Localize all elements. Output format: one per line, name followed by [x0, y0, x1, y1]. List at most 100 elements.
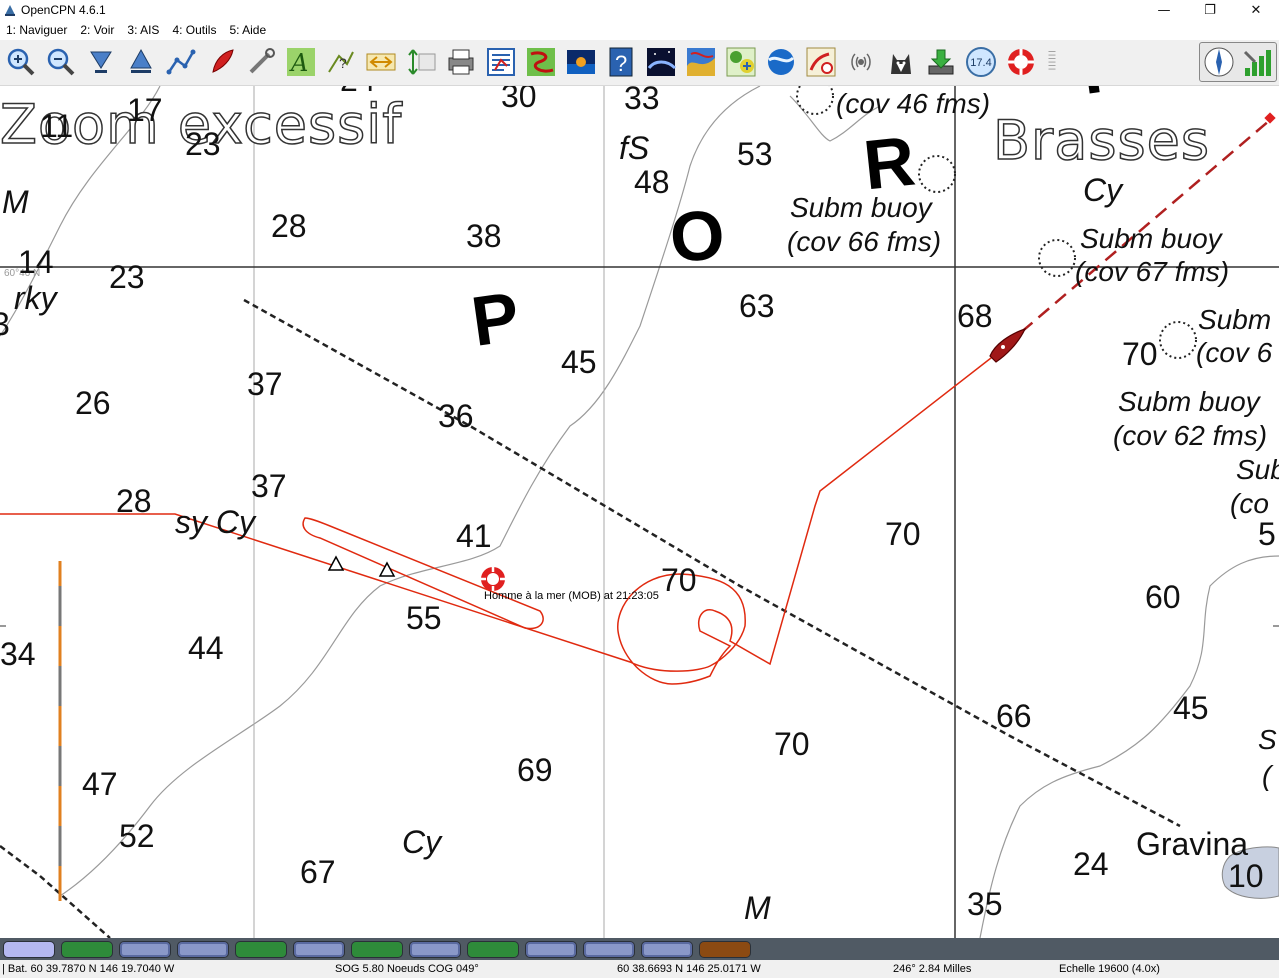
chart-key-11[interactable]: [583, 941, 635, 958]
buoy-label: (: [1262, 760, 1272, 791]
dashboard-icon[interactable]: [804, 44, 838, 80]
svg-text:?: ?: [339, 55, 347, 71]
mob-icon[interactable]: [1004, 44, 1038, 80]
svg-text:?: ?: [615, 51, 627, 76]
status-cursor-position: | Bat. 60 39.7870 N 146 19.7040 W: [2, 963, 175, 975]
sounding: 33: [624, 86, 660, 116]
chart-key-1[interactable]: [3, 941, 55, 958]
signal-icon[interactable]: [1241, 46, 1273, 78]
buoy-icon: [1159, 321, 1197, 359]
cable-line: [0, 845, 111, 938]
buoy-label: Subm buoy: [790, 192, 932, 223]
chart-letter-p: P: [466, 277, 524, 361]
sounding: 70: [1122, 336, 1158, 372]
menu-outils[interactable]: 4: Outils: [166, 23, 223, 37]
buoy-label: (cov 6: [1196, 337, 1273, 368]
sounding: 14: [18, 244, 54, 280]
menu-voir[interactable]: 2: Voir: [74, 23, 121, 37]
buoy-label: (cov 67 fms): [1075, 256, 1230, 287]
print-icon[interactable]: [444, 44, 478, 80]
radar-icon[interactable]: [724, 44, 758, 80]
close-button[interactable]: ✕: [1233, 0, 1279, 20]
sounding: 36: [438, 398, 474, 434]
track-manager-icon[interactable]: [524, 44, 558, 80]
sounding: 52: [119, 818, 155, 854]
chart-canvas[interactable]: Zoom excessif Brasses 60°46 N P O R T 11…: [0, 86, 1279, 938]
download-icon[interactable]: [924, 44, 958, 80]
sounding: 5: [1258, 516, 1276, 552]
dog-icon[interactable]: [884, 44, 918, 80]
track-icon[interactable]: [364, 44, 398, 80]
maximize-button[interactable]: ❐: [1187, 0, 1233, 20]
weather-icon[interactable]: [684, 44, 718, 80]
sounding: 44: [188, 630, 224, 666]
svg-text:A: A: [289, 49, 308, 77]
menu-bar: 1: Naviguer 2: Voir 3: AIS 4: Outils 5: …: [0, 20, 1279, 40]
route-icon[interactable]: [164, 44, 198, 80]
chart-key-3[interactable]: [119, 941, 171, 958]
sounding: 28: [271, 208, 307, 244]
chart-text: Cy: [1083, 172, 1123, 208]
minimize-button[interactable]: —: [1141, 0, 1187, 20]
sounding: 70: [774, 726, 810, 762]
chart-key-12[interactable]: [641, 941, 693, 958]
scale-down-icon[interactable]: [84, 44, 118, 80]
chart-key-2[interactable]: [61, 941, 113, 958]
gauge-value: 17.4: [970, 57, 991, 69]
menu-naviguer[interactable]: 1: Naviguer: [0, 23, 74, 37]
chart-key-6[interactable]: [293, 941, 345, 958]
sounding: 70: [885, 516, 921, 552]
chart-text: sy Cy: [175, 504, 255, 540]
menu-ais[interactable]: 3: AIS: [121, 23, 166, 37]
route-manager-icon[interactable]: [484, 44, 518, 80]
chart-key-7[interactable]: [351, 941, 403, 958]
chart-piano-bar: [0, 938, 1279, 960]
chart-letter-o: O: [667, 195, 728, 277]
toolbar-grip-icon[interactable]: [1044, 44, 1060, 80]
sounding: 34: [0, 636, 36, 672]
toggle-icon[interactable]: [404, 44, 438, 80]
sounding: 47: [82, 766, 118, 802]
quilt-icon[interactable]: ?: [324, 44, 358, 80]
help-icon[interactable]: ?: [604, 44, 638, 80]
sounding: 63: [739, 288, 775, 324]
buoy-label: (cov 46 fms): [836, 88, 991, 119]
sounding: 3: [0, 306, 10, 342]
sounding: 28: [116, 483, 152, 519]
sounding: 41: [456, 518, 492, 554]
google-earth-icon[interactable]: [764, 44, 798, 80]
chart-key-13[interactable]: [699, 941, 751, 958]
window-title: OpenCPN 4.6.1: [21, 3, 106, 17]
zoom-in-icon[interactable]: [4, 44, 38, 80]
ownship-icon: [989, 327, 1027, 363]
compass-icon[interactable]: [1203, 46, 1235, 78]
waypoint-icon: [327, 555, 345, 571]
status-panel: [1199, 42, 1277, 82]
sounding: 24: [1073, 846, 1109, 882]
measure-icon[interactable]: [244, 44, 278, 80]
menu-aide[interactable]: 5: Aide: [223, 23, 273, 37]
chart-key-5[interactable]: [235, 941, 287, 958]
chart-key-8[interactable]: [409, 941, 461, 958]
buoy-icon: [796, 86, 834, 115]
buoy-label: S: [1258, 724, 1277, 755]
units-label: Brasses: [992, 109, 1210, 172]
zoom-out-icon[interactable]: [44, 44, 78, 80]
sounding: 35: [967, 886, 1003, 922]
chart-key-4[interactable]: [177, 941, 229, 958]
sounding: 45: [561, 344, 597, 380]
text-icon[interactable]: A: [284, 44, 318, 80]
sound-icon[interactable]: [844, 44, 878, 80]
chart-key-10[interactable]: [525, 941, 577, 958]
toolbar: A ? ? 17.4: [0, 40, 1279, 86]
tides-icon[interactable]: [564, 44, 598, 80]
sounding: 70: [661, 562, 697, 598]
gauge-icon[interactable]: 17.4: [964, 44, 998, 80]
boat-icon[interactable]: [204, 44, 238, 80]
sounding: 45: [1173, 690, 1209, 726]
sounding: 23: [109, 259, 145, 295]
night-icon[interactable]: [644, 44, 678, 80]
sounding: 17: [127, 92, 163, 128]
chart-key-9[interactable]: [467, 941, 519, 958]
scale-up-icon[interactable]: [124, 44, 158, 80]
